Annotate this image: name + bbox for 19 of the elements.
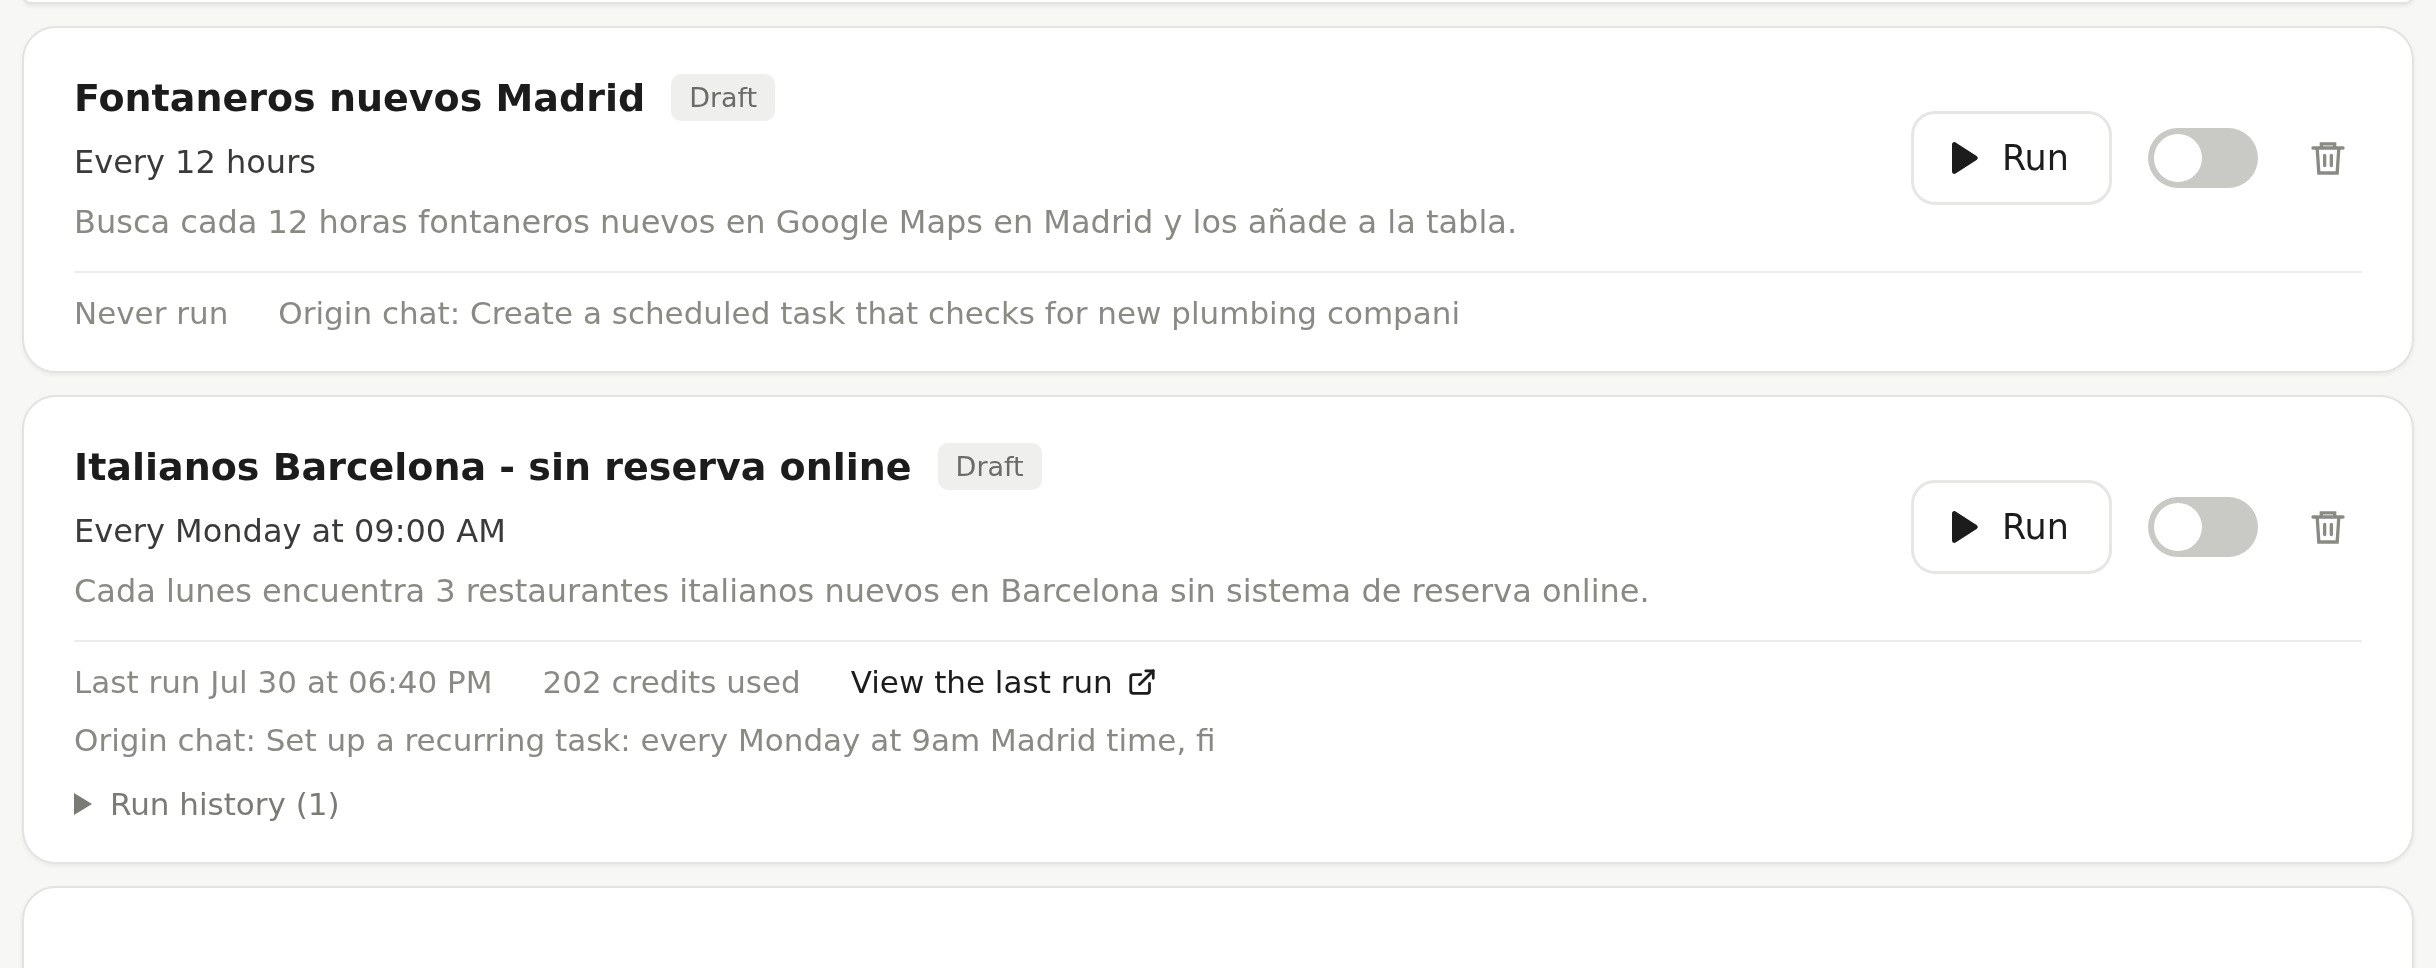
task-title: Fontaneros nuevos Madrid (74, 75, 646, 120)
task-schedule: Every 12 hours (74, 143, 317, 181)
task-description: Cada lunes encuentra 3 restaurantes italianos nuevos en Barcelona sin sistema de reserva online. (74, 572, 1650, 610)
run-button[interactable]: Run (1910, 110, 2112, 205)
task-meta: 202 credits used (542, 664, 801, 700)
run-history-toggle[interactable]: Run history (1) (74, 786, 340, 822)
run-button[interactable]: Run (1910, 479, 2112, 574)
task-title: Italianos Barcelona - sin reserva online (74, 444, 912, 489)
status-badge: Draft (671, 74, 776, 121)
task-meta: Last run Jul 30 at 06:40 PM (74, 664, 493, 700)
caret-icon (74, 793, 92, 815)
status-badge: Draft (937, 443, 1042, 490)
view-last-run-link[interactable]: View the last run (850, 664, 1157, 700)
task-meta: Never run (74, 295, 229, 331)
task-meta: Origin chat: Set up a recurring task: every Monday at 9am Madrid time, fi (74, 722, 1216, 758)
task-description: Busca cada 12 horas fontaneros nuevos en Google Maps en Madrid y los añade a la tabla. (74, 203, 1518, 241)
external-link-icon (1126, 667, 1157, 697)
task-meta: Origin chat: Create a scheduled task that checks for new plumbing compani (278, 295, 1461, 331)
task-schedule: Every Monday at 09:00 AM (74, 512, 507, 550)
